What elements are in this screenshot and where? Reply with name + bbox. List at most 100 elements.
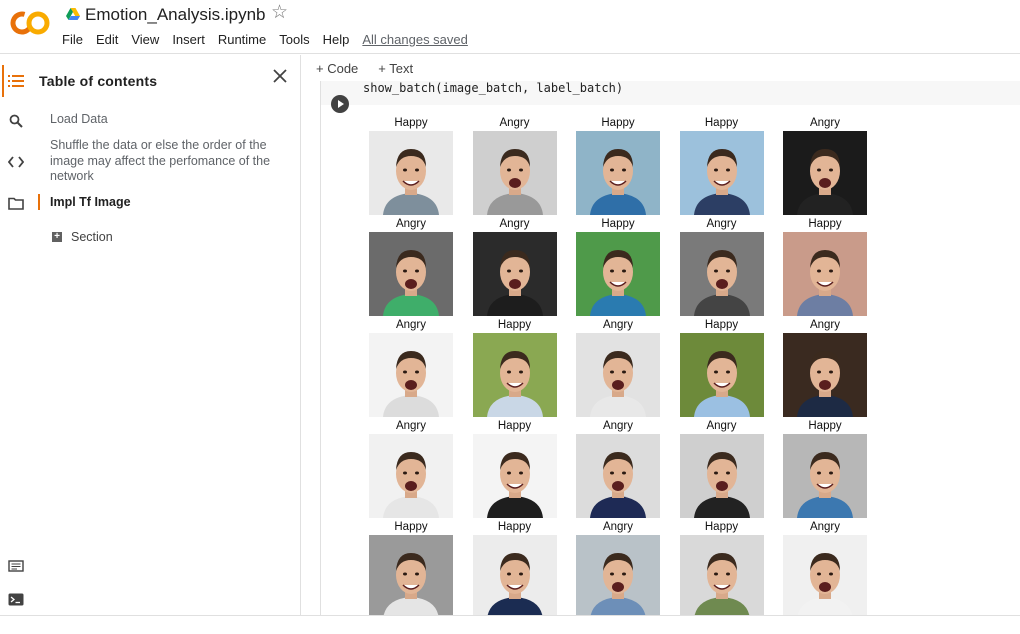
star-icon[interactable]: ☆ <box>271 3 288 22</box>
image-label: Happy <box>704 319 739 331</box>
toc-icon[interactable] <box>0 67 32 95</box>
output-image-grid: Happy Angry Happy Happy Angry Angry Angry Happy… <box>367 117 885 615</box>
toc-title: Table of contents <box>39 73 158 89</box>
save-status-link[interactable]: All changes saved <box>362 32 468 47</box>
output-image-tile: Angry <box>471 117 575 218</box>
code-text: show_batch(image_batch, label_batch) <box>363 81 624 95</box>
face-image <box>576 434 660 518</box>
output-image-tile: Angry <box>781 319 885 420</box>
output-image-tile: Angry <box>781 117 885 218</box>
close-icon[interactable] <box>272 68 288 84</box>
face-image <box>472 333 557 417</box>
image-label: Angry <box>706 420 737 432</box>
face-image <box>576 535 660 615</box>
command-palette-icon[interactable] <box>0 552 32 580</box>
notebook-title[interactable]: Emotion_Analysis.ipynb <box>85 5 265 25</box>
face-image <box>576 333 660 417</box>
image-label: Happy <box>394 521 428 533</box>
toc-panel: Table of contents Load Data Shuffle the … <box>32 55 301 615</box>
image-label: Happy <box>497 420 532 432</box>
menu-file[interactable]: File <box>62 32 83 47</box>
add-section-button[interactable]: + Section <box>52 230 113 244</box>
output-image-tile: Happy <box>678 319 782 420</box>
face-image <box>679 333 764 417</box>
menu-help[interactable]: Help <box>323 32 350 47</box>
output-image-tile: Happy <box>471 521 575 615</box>
menu-runtime[interactable]: Runtime <box>218 32 266 47</box>
toc-item-shuffle[interactable]: Shuffle the data or else the order of th… <box>50 138 290 185</box>
output-image-tile: Happy <box>471 420 575 521</box>
image-label: Angry <box>706 218 737 230</box>
output-image-tile: Happy <box>678 521 782 615</box>
image-label: Angry <box>602 420 634 432</box>
face-image <box>369 535 453 615</box>
add-code-button[interactable]: + Code <box>316 61 358 76</box>
output-image-tile: Happy <box>367 521 471 615</box>
search-icon[interactable] <box>0 107 32 135</box>
face-image <box>679 232 764 316</box>
code-snippets-icon[interactable] <box>0 148 32 176</box>
cell-toolbar: + Code + Text <box>316 61 433 76</box>
output-image-tile: Happy <box>367 117 471 218</box>
output-image-tile: Happy <box>574 117 678 218</box>
output-image-tile: Happy <box>574 218 678 319</box>
image-label: Angry <box>499 117 530 129</box>
face-image <box>369 333 453 417</box>
face-image <box>679 434 764 518</box>
image-label: Angry <box>602 521 634 533</box>
image-label: Happy <box>704 117 739 129</box>
run-cell-button[interactable] <box>331 95 349 113</box>
image-label: Angry <box>602 319 634 331</box>
output-image-tile: Angry <box>471 218 575 319</box>
face-image <box>472 434 557 518</box>
face-image <box>472 232 557 316</box>
image-label: Happy <box>497 319 532 331</box>
output-image-tile: Angry <box>781 521 885 615</box>
image-label: Angry <box>499 218 530 230</box>
code-cell[interactable]: show_batch(image_batch, label_batch) Hap… <box>320 81 1020 615</box>
code-editor[interactable]: show_batch(image_batch, label_batch) <box>321 81 1020 105</box>
image-label: Happy <box>808 218 842 230</box>
folder-icon[interactable] <box>0 189 32 217</box>
face-image <box>369 131 453 215</box>
toc-item-load-data[interactable]: Load Data <box>50 112 108 128</box>
image-label: Angry <box>809 521 841 533</box>
face-image <box>369 232 453 316</box>
output-image-tile: Angry <box>574 521 678 615</box>
plus-box-icon: + <box>52 232 62 242</box>
face-image <box>576 232 660 316</box>
menu-insert[interactable]: Insert <box>172 32 205 47</box>
output-image-tile: Happy <box>678 117 782 218</box>
output-image-tile: Angry <box>367 319 471 420</box>
output-image-tile: Angry <box>367 420 471 521</box>
menu-view[interactable]: View <box>131 32 159 47</box>
image-label: Happy <box>601 117 635 129</box>
face-image <box>783 434 867 518</box>
face-image <box>472 131 557 215</box>
google-drive-icon <box>66 8 80 20</box>
face-image <box>472 535 557 615</box>
toc-item-impl-tf-image[interactable]: Impl Tf Image <box>50 195 131 211</box>
toc-active-indicator <box>38 194 40 210</box>
left-rail <box>0 55 32 615</box>
menu-edit[interactable]: Edit <box>96 32 118 47</box>
face-image <box>679 131 764 215</box>
output-image-tile: Angry <box>678 218 782 319</box>
output-image-tile: Happy <box>781 420 885 521</box>
image-label: Happy <box>808 420 842 432</box>
image-label: Happy <box>394 117 428 129</box>
face-image <box>783 232 867 316</box>
face-image <box>783 131 867 215</box>
face-image <box>679 535 764 615</box>
image-label: Angry <box>395 420 427 432</box>
output-image-tile: Happy <box>781 218 885 319</box>
colab-logo[interactable] <box>10 10 50 36</box>
image-label: Angry <box>809 319 841 331</box>
image-label: Angry <box>809 117 841 129</box>
output-image-tile: Angry <box>678 420 782 521</box>
terminal-icon[interactable] <box>0 585 32 613</box>
image-label: Angry <box>395 319 427 331</box>
add-text-button[interactable]: + Text <box>378 61 413 76</box>
menu-tools[interactable]: Tools <box>279 32 309 47</box>
section-label: Section <box>71 230 113 244</box>
